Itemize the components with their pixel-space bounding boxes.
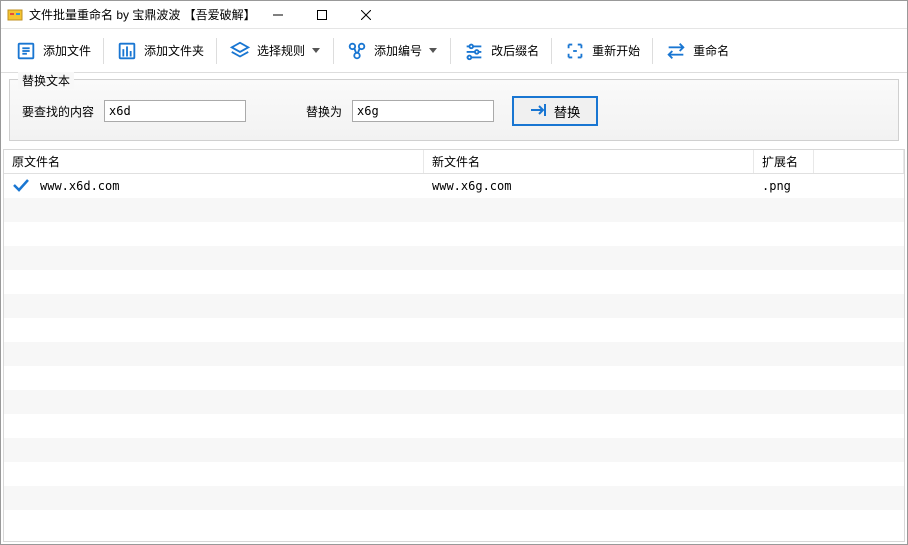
separator <box>333 38 334 64</box>
chevron-down-icon <box>311 48 321 54</box>
replace-label: 替换为 <box>306 103 342 120</box>
rename-button[interactable]: 重命名 <box>657 36 737 66</box>
restart-button[interactable]: 重新开始 <box>556 36 648 66</box>
table-row <box>4 366 904 390</box>
table-row <box>4 390 904 414</box>
select-rule-label: 选择规则 <box>257 42 305 59</box>
find-input[interactable] <box>104 100 246 122</box>
separator <box>652 38 653 64</box>
replace-panel: 替换文本 要查找的内容 替换为 替换 <box>9 79 899 141</box>
add-folder-label: 添加文件夹 <box>144 42 204 59</box>
add-number-label: 添加编号 <box>374 42 422 59</box>
restart-icon <box>564 40 586 62</box>
table-row <box>4 222 904 246</box>
table-row <box>4 486 904 510</box>
check-icon <box>12 178 30 195</box>
select-rule-button[interactable]: 选择规则 <box>221 36 329 66</box>
table-row <box>4 462 904 486</box>
replace-button[interactable]: 替换 <box>512 96 598 126</box>
table-row <box>4 270 904 294</box>
find-label: 要查找的内容 <box>22 103 94 120</box>
header-new[interactable]: 新文件名 <box>424 150 754 173</box>
close-button[interactable] <box>344 1 388 29</box>
chevron-down-icon <box>428 48 438 54</box>
cell-ext: .png <box>762 179 791 193</box>
header-original[interactable]: 原文件名 <box>4 150 424 173</box>
add-folder-button[interactable]: 添加文件夹 <box>108 36 212 66</box>
table-row <box>4 318 904 342</box>
app-icon <box>7 7 23 23</box>
add-number-button[interactable]: 添加编号 <box>338 36 446 66</box>
restart-label: 重新开始 <box>592 42 640 59</box>
layers-icon <box>229 40 251 62</box>
table-row <box>4 246 904 270</box>
table-row <box>4 198 904 222</box>
file-table: 原文件名 新文件名 扩展名 www.x6d.com www.x6g.com .p… <box>3 149 905 542</box>
swap-icon <box>665 40 687 62</box>
add-file-icon <box>15 40 37 62</box>
table-body: www.x6d.com www.x6g.com .png <box>4 174 904 541</box>
table-row <box>4 414 904 438</box>
nodes-icon <box>346 40 368 62</box>
separator <box>450 38 451 64</box>
panel-title: 替换文本 <box>18 72 74 89</box>
separator <box>551 38 552 64</box>
titlebar: 文件批量重命名 by 宝鼎波波 【吾爱破解】 <box>1 1 907 29</box>
table-header: 原文件名 新文件名 扩展名 <box>4 150 904 174</box>
window-controls <box>256 1 388 29</box>
separator <box>216 38 217 64</box>
rename-label: 重命名 <box>693 42 729 59</box>
header-spacer <box>814 150 904 173</box>
toolbar: 添加文件 添加文件夹 选择规则 添加编号 <box>1 29 907 73</box>
add-folder-icon <box>116 40 138 62</box>
cell-original: www.x6d.com <box>40 179 119 193</box>
change-ext-label: 改后缀名 <box>491 42 539 59</box>
add-file-button[interactable]: 添加文件 <box>7 36 99 66</box>
change-ext-button[interactable]: 改后缀名 <box>455 36 547 66</box>
replace-button-label: 替换 <box>554 102 581 121</box>
separator <box>103 38 104 64</box>
window-title: 文件批量重命名 by 宝鼎波波 【吾爱破解】 <box>29 6 256 23</box>
table-row <box>4 294 904 318</box>
table-row <box>4 438 904 462</box>
minimize-button[interactable] <box>256 1 300 29</box>
table-row[interactable]: www.x6d.com www.x6g.com .png <box>4 174 904 198</box>
maximize-button[interactable] <box>300 1 344 29</box>
add-file-label: 添加文件 <box>43 42 91 59</box>
replace-input[interactable] <box>352 100 494 122</box>
header-ext[interactable]: 扩展名 <box>754 150 814 173</box>
replace-arrow-icon <box>530 103 548 120</box>
sliders-icon <box>463 40 485 62</box>
table-row <box>4 342 904 366</box>
cell-new: www.x6g.com <box>432 179 511 193</box>
